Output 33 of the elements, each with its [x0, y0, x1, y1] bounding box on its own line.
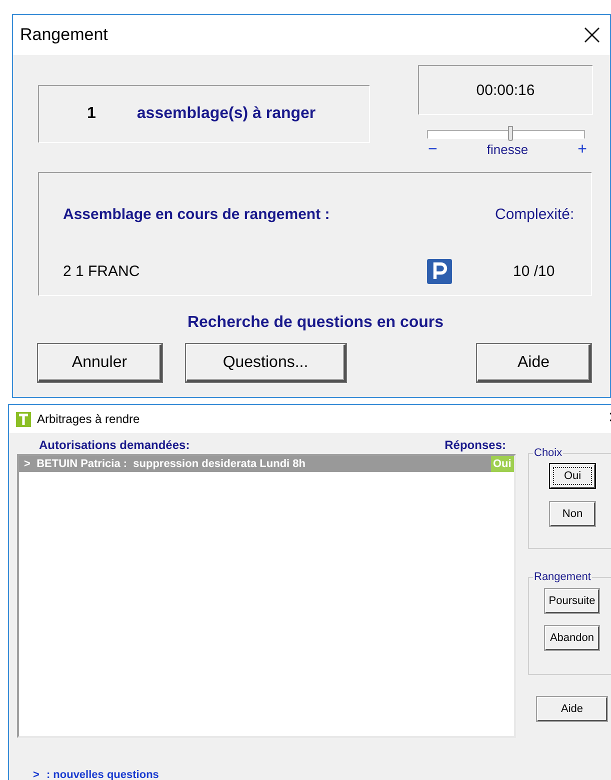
complexity-label: Complexité:	[495, 206, 574, 223]
parking-icon	[427, 259, 452, 284]
finesse-label: finesse	[486, 142, 528, 158]
complexity-value: 10 /10	[513, 263, 556, 280]
legend-text: : nouvelles questions	[46, 769, 159, 780]
slider-thumb[interactable]	[508, 126, 513, 141]
dialog-button[interactable]: Aide	[477, 344, 591, 382]
timer-display: 00:00:16	[418, 65, 593, 115]
request-text: > BETUIN Patricia : suppression desiderata Lundi 8h	[23, 458, 307, 470]
assembly-heading: Assemblage en cours de rangement :	[63, 206, 331, 223]
column-header: Réponses:	[444, 438, 506, 452]
count-value: 1	[87, 105, 96, 123]
column-header: Autorisations demandées:	[39, 438, 190, 452]
dialog-button[interactable]: Questions...	[186, 344, 346, 382]
group-label: Rangement	[533, 571, 592, 583]
dialog-button[interactable]: Annuler	[38, 344, 162, 382]
plus-label: +	[578, 142, 587, 158]
close-icon[interactable]	[584, 27, 600, 43]
app-icon	[16, 412, 31, 426]
window-title: Arbitrages à rendre	[37, 412, 141, 426]
help-button[interactable]: Aide	[537, 697, 607, 721]
count-label: assemblage(s) à ranger	[136, 105, 316, 123]
choice-button[interactable]: Oui	[550, 464, 595, 488]
status-message: Recherche de questions en cours	[186, 314, 445, 332]
minus-label: −	[428, 142, 438, 158]
group-label: Choix	[533, 447, 564, 459]
choice-button[interactable]: Non	[550, 502, 595, 526]
window-title: Rangement	[20, 25, 108, 45]
answer-cell: Oui	[491, 456, 514, 472]
storage-button[interactable]: Abandon	[545, 626, 599, 650]
storage-button[interactable]: Poursuite	[545, 589, 599, 613]
assembly-name: 2 1 FRANC	[63, 263, 141, 280]
legend-marker: >	[33, 769, 40, 780]
